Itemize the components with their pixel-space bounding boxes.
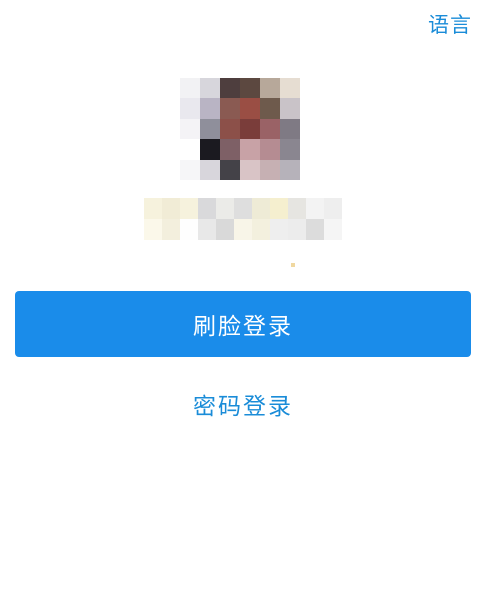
avatar-pixel: [220, 159, 240, 180]
avatar-pixel: [180, 118, 200, 140]
masked-name-pixel: [270, 219, 288, 240]
avatar-pixel: [280, 139, 300, 160]
avatar-pixel: [200, 139, 220, 160]
avatar-pixel: [260, 139, 280, 160]
masked-name-pixel: [288, 198, 306, 219]
masked-name-pixel: [126, 219, 144, 240]
avatar-pixel: [260, 78, 280, 99]
avatar-pixel: [240, 78, 260, 99]
masked-name-pixel: [234, 198, 252, 219]
masked-name-pixel: [342, 198, 360, 219]
masked-name-pixel: [252, 219, 270, 240]
masked-name-pixel: [324, 219, 342, 240]
avatar-pixel: [200, 78, 220, 99]
masked-user-name: [126, 198, 360, 240]
masked-name-pixel: [324, 198, 342, 219]
password-login-link[interactable]: 密码登录: [0, 387, 486, 421]
avatar-pixel: [260, 159, 280, 180]
avatar-pixel: [280, 98, 300, 119]
masked-name-pixel: [270, 198, 288, 219]
masked-name-pixel: [180, 219, 198, 240]
avatar: [180, 78, 300, 180]
masked-name-pixel: [126, 198, 144, 219]
masked-name-pixel: [144, 198, 162, 219]
masked-name-pixel: [288, 219, 306, 240]
masked-name-pixel: [162, 198, 180, 219]
avatar-pixel: [200, 118, 220, 140]
masked-name-pixel: [198, 198, 216, 219]
avatar-pixel: [180, 159, 200, 180]
avatar-pixel: [220, 139, 240, 160]
masked-name-pixel: [306, 219, 324, 240]
masked-name-pixel: [216, 219, 234, 240]
masked-name-pixel: [234, 219, 252, 240]
masked-name-pixel: [306, 198, 324, 219]
masked-name-pixel: [216, 198, 234, 219]
avatar-pixel: [180, 139, 200, 160]
avatar-pixel: [280, 159, 300, 180]
avatar-pixel: [180, 78, 200, 99]
avatar-pixel: [220, 118, 240, 140]
avatar-pixel: [200, 98, 220, 119]
avatar-pixel: [240, 118, 260, 140]
face-login-label: 刷脸登录: [193, 314, 293, 340]
avatar-pixel: [180, 98, 200, 119]
avatar-pixel: [200, 159, 220, 180]
masked-name-pixel: [342, 219, 360, 240]
avatar-pixel: [240, 139, 260, 160]
avatar-pixel: [240, 98, 260, 119]
decorative-dot: [291, 263, 295, 267]
masked-name-pixel: [180, 198, 198, 219]
avatar-pixel: [280, 78, 300, 99]
masked-name-pixel: [198, 219, 216, 240]
avatar-pixel: [220, 78, 240, 99]
masked-name-pixel: [144, 219, 162, 240]
masked-name-pixel: [252, 198, 270, 219]
avatar-pixel: [260, 98, 280, 119]
avatar-pixel: [260, 118, 280, 140]
language-link[interactable]: 语言: [428, 9, 472, 39]
masked-name-pixel: [162, 219, 180, 240]
avatar-pixel: [280, 118, 300, 140]
face-login-button[interactable]: 刷脸登录: [15, 291, 471, 357]
avatar-pixel: [220, 98, 240, 119]
avatar-pixel: [240, 159, 260, 180]
